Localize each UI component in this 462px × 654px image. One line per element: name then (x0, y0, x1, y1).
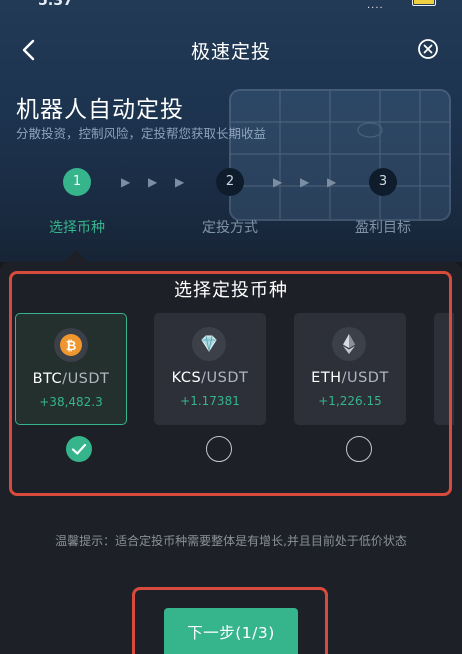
section-title: 选择定投币种 (174, 280, 288, 301)
coin-pair: KCS/USDT (171, 370, 249, 386)
svg-text:₿: ₿ (66, 339, 77, 354)
status-time: 5:37 (38, 0, 73, 9)
close-button[interactable] (416, 37, 440, 61)
battery-icon (412, 0, 436, 6)
next-step-button[interactable]: 下一步(1/3) (164, 608, 298, 654)
chevron-right-icon: ▶ (300, 175, 310, 189)
kcs-diamond-icon (192, 327, 226, 361)
coin-radio-btc[interactable] (66, 436, 92, 462)
page-title: 极速定投 (190, 41, 271, 63)
hint-text: 温馨提示：适合定投币种需要整体是有增长,并且目前处于低价状态 (55, 534, 407, 548)
close-circle-icon (418, 39, 438, 59)
chevron-right-icon: ▶ (273, 175, 283, 189)
coin-pair: BTC/USDT (32, 371, 110, 387)
ethereum-icon (332, 327, 366, 361)
step-2-indicator: 2 (216, 168, 244, 196)
hero-subtitle: 分散投资，控制风险，定投帮您获取长期收益 (16, 126, 267, 141)
coin-card-eth[interactable]: ETH/USDT +1,226.15 (294, 313, 406, 425)
step-1-indicator: 1 (63, 168, 91, 196)
coin-change: +38,482.3 (39, 395, 103, 409)
chevron-right-icon: ▶ (327, 175, 337, 189)
active-step-pointer (63, 250, 89, 262)
robot-grid-illustration (229, 89, 451, 221)
step-3-indicator: 3 (369, 168, 397, 196)
coin-card-next[interactable] (434, 313, 454, 425)
bitcoin-icon: ₿ (54, 328, 88, 362)
coin-radio-eth[interactable] (346, 436, 372, 462)
hero-banner: 5:37 .... 极速定投 机器人自动定投 分散投资，控制风险，定投帮您获取长… (0, 0, 462, 262)
coin-radio-kcs[interactable] (206, 436, 232, 462)
status-bar: 5:37 .... (0, 0, 462, 14)
step-1-label[interactable]: 选择币种 (27, 217, 127, 237)
coin-change: +1,226.15 (318, 394, 382, 408)
chevron-right-icon: ▶ (175, 175, 185, 189)
step-2-label[interactable]: 定投方式 (180, 217, 280, 237)
coin-change: +1.17381 (180, 394, 240, 408)
coin-card-btc[interactable]: ₿ BTC/USDT +38,482.3 (15, 313, 127, 425)
hero-title: 机器人自动定投 (16, 97, 184, 123)
coin-pair: ETH/USDT (311, 370, 389, 386)
step-3-label[interactable]: 盈利目标 (333, 217, 433, 237)
chevron-right-icon: ▶ (148, 175, 158, 189)
signal-icon: .... (367, 0, 384, 11)
chevron-right-icon: ▶ (121, 175, 131, 189)
coin-card-kcs[interactable]: KCS/USDT +1.17381 (154, 313, 266, 425)
check-icon (71, 443, 87, 455)
